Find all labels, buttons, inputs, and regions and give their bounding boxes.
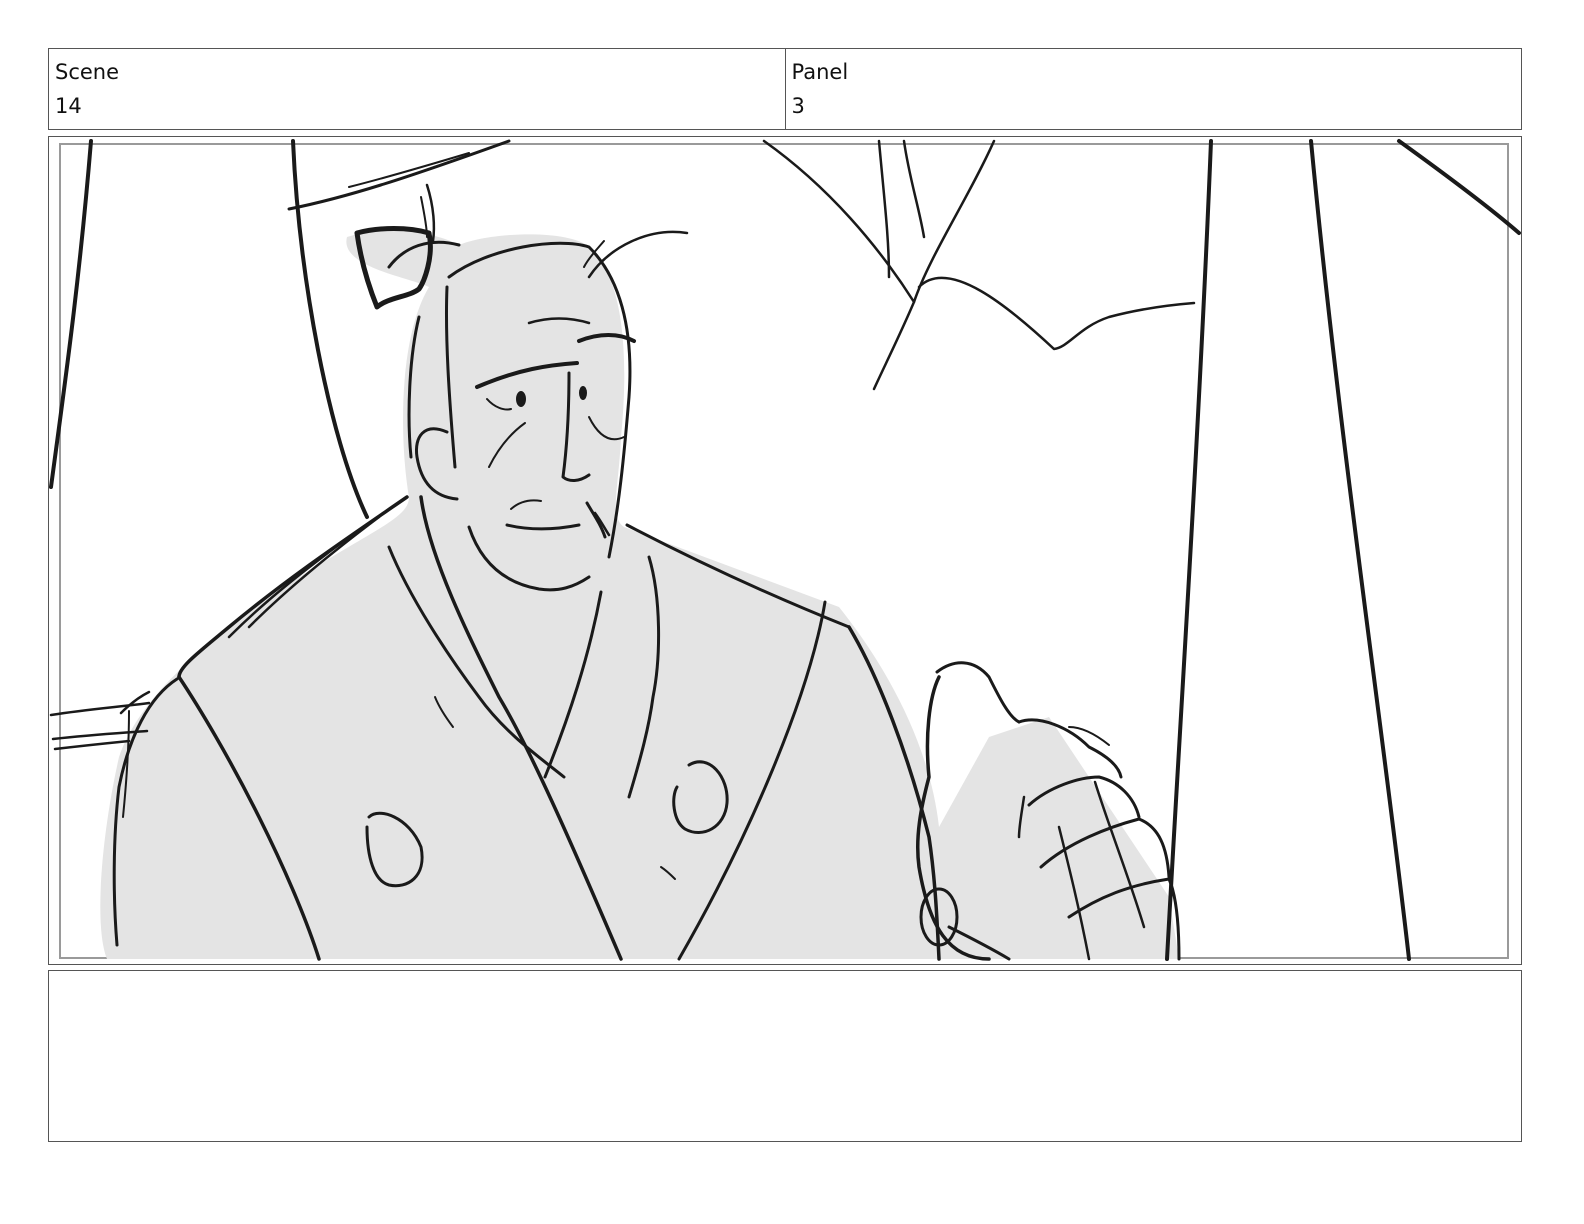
- storyboard-frame: [48, 136, 1522, 965]
- bg-line-left: [49, 139, 93, 489]
- panel-label: Panel: [791, 60, 849, 84]
- eye-right: [579, 386, 587, 400]
- bg-line-corner: [1397, 139, 1521, 235]
- bg-hill: [917, 276, 1196, 351]
- panel-number: 3: [791, 94, 805, 118]
- bg-line-right-2: [1309, 139, 1411, 961]
- scene-panel-header: Scene 14 Panel 3: [48, 48, 1522, 130]
- storyboard-sketch: [49, 139, 1521, 961]
- panel-cell: Panel 3: [784, 49, 1522, 129]
- notes-box[interactable]: [48, 970, 1522, 1142]
- bg-branch: [287, 139, 511, 211]
- scene-label: Scene: [55, 60, 120, 84]
- bg-tree-left: [291, 139, 369, 519]
- character-tone: [100, 230, 1179, 959]
- bg-line-right-1: [1165, 139, 1213, 961]
- bg-distant-tree: [762, 139, 996, 304]
- eye-left: [516, 391, 526, 407]
- scene-cell: Scene 14: [49, 49, 785, 129]
- scene-number: 14: [55, 94, 82, 118]
